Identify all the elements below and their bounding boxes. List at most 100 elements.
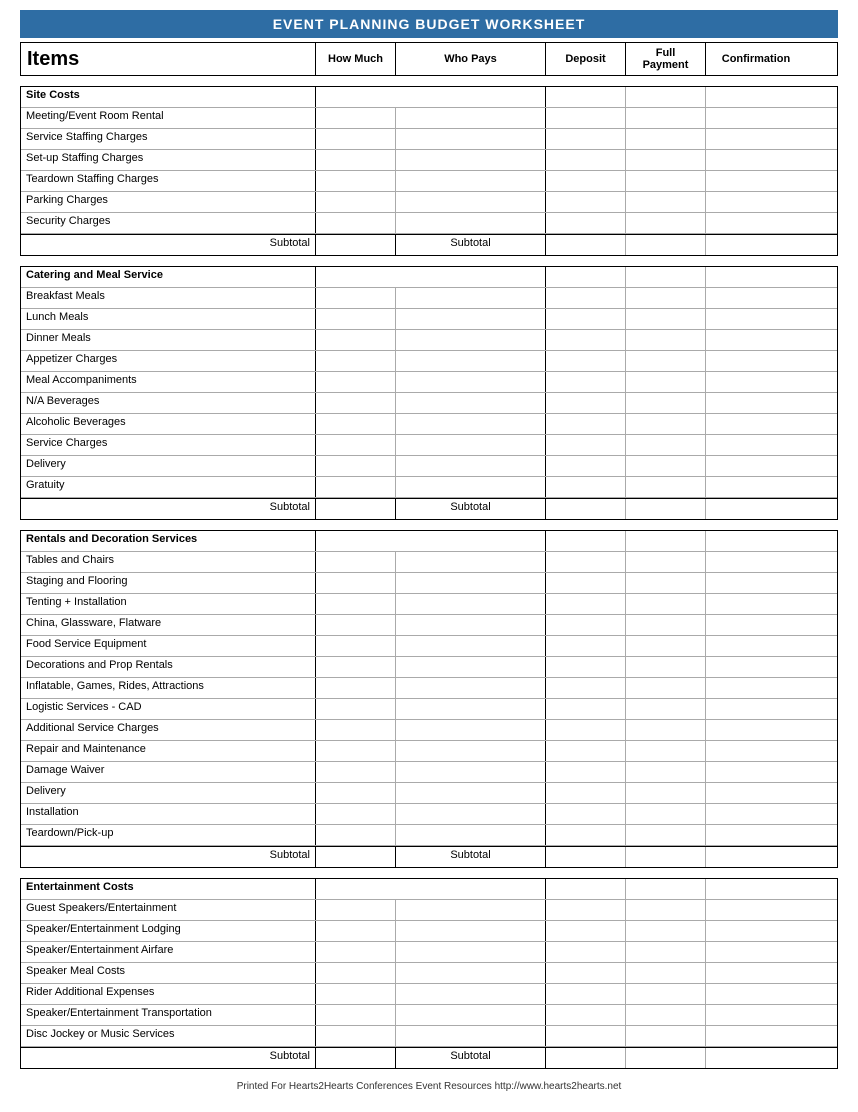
section-header-deposit[interactable] bbox=[546, 531, 626, 551]
row-payment[interactable] bbox=[626, 900, 706, 920]
row-who-pays[interactable] bbox=[396, 171, 546, 191]
row-who-pays[interactable] bbox=[396, 213, 546, 233]
row-payment[interactable] bbox=[626, 213, 706, 233]
subtotal-deposit[interactable] bbox=[546, 499, 626, 519]
row-confirmation[interactable] bbox=[706, 213, 806, 233]
row-confirmation[interactable] bbox=[706, 477, 806, 497]
row-payment[interactable] bbox=[626, 825, 706, 845]
row-payment[interactable] bbox=[626, 108, 706, 128]
row-payment[interactable] bbox=[626, 615, 706, 635]
row-who-pays[interactable] bbox=[396, 456, 546, 476]
row-deposit[interactable] bbox=[546, 393, 626, 413]
row-how-much[interactable] bbox=[316, 942, 396, 962]
row-deposit[interactable] bbox=[546, 330, 626, 350]
row-payment[interactable] bbox=[626, 762, 706, 782]
row-confirmation[interactable] bbox=[706, 741, 806, 761]
row-payment[interactable] bbox=[626, 678, 706, 698]
row-payment[interactable] bbox=[626, 372, 706, 392]
row-deposit[interactable] bbox=[546, 1005, 626, 1025]
row-how-much[interactable] bbox=[316, 720, 396, 740]
row-payment[interactable] bbox=[626, 942, 706, 962]
row-deposit[interactable] bbox=[546, 129, 626, 149]
subtotal-deposit[interactable] bbox=[546, 235, 626, 255]
row-deposit[interactable] bbox=[546, 552, 626, 572]
row-confirmation[interactable] bbox=[706, 678, 806, 698]
row-deposit[interactable] bbox=[546, 351, 626, 371]
row-payment[interactable] bbox=[626, 594, 706, 614]
row-payment[interactable] bbox=[626, 192, 706, 212]
row-who-pays[interactable] bbox=[396, 150, 546, 170]
row-confirmation[interactable] bbox=[706, 657, 806, 677]
row-payment[interactable] bbox=[626, 171, 706, 191]
section-header-how-much[interactable] bbox=[316, 531, 396, 551]
row-how-much[interactable] bbox=[316, 351, 396, 371]
row-deposit[interactable] bbox=[546, 900, 626, 920]
subtotal-confirmation[interactable] bbox=[706, 1048, 806, 1068]
row-confirmation[interactable] bbox=[706, 552, 806, 572]
row-confirmation[interactable] bbox=[706, 393, 806, 413]
row-who-pays[interactable] bbox=[396, 984, 546, 1004]
row-who-pays[interactable] bbox=[396, 393, 546, 413]
row-confirmation[interactable] bbox=[706, 150, 806, 170]
row-how-much[interactable] bbox=[316, 435, 396, 455]
section-header-confirmation[interactable] bbox=[706, 531, 806, 551]
row-confirmation[interactable] bbox=[706, 636, 806, 656]
row-confirmation[interactable] bbox=[706, 372, 806, 392]
subtotal-confirmation[interactable] bbox=[706, 847, 806, 867]
row-deposit[interactable] bbox=[546, 309, 626, 329]
section-header-deposit[interactable] bbox=[546, 879, 626, 899]
row-who-pays[interactable] bbox=[396, 414, 546, 434]
row-confirmation[interactable] bbox=[706, 825, 806, 845]
row-deposit[interactable] bbox=[546, 213, 626, 233]
row-deposit[interactable] bbox=[546, 1026, 626, 1046]
row-deposit[interactable] bbox=[546, 108, 626, 128]
row-how-much[interactable] bbox=[316, 573, 396, 593]
row-payment[interactable] bbox=[626, 330, 706, 350]
row-who-pays[interactable] bbox=[396, 351, 546, 371]
row-confirmation[interactable] bbox=[706, 804, 806, 824]
row-deposit[interactable] bbox=[546, 477, 626, 497]
row-payment[interactable] bbox=[626, 963, 706, 983]
row-payment[interactable] bbox=[626, 984, 706, 1004]
row-deposit[interactable] bbox=[546, 720, 626, 740]
subtotal-payment[interactable] bbox=[626, 847, 706, 867]
section-header-deposit[interactable] bbox=[546, 267, 626, 287]
row-deposit[interactable] bbox=[546, 921, 626, 941]
row-deposit[interactable] bbox=[546, 699, 626, 719]
section-header-how-much[interactable] bbox=[316, 879, 396, 899]
row-payment[interactable] bbox=[626, 414, 706, 434]
section-header-how-much[interactable] bbox=[316, 267, 396, 287]
row-how-much[interactable] bbox=[316, 414, 396, 434]
row-how-much[interactable] bbox=[316, 636, 396, 656]
row-how-much[interactable] bbox=[316, 900, 396, 920]
row-who-pays[interactable] bbox=[396, 1026, 546, 1046]
row-deposit[interactable] bbox=[546, 414, 626, 434]
section-header-payment[interactable] bbox=[626, 879, 706, 899]
subtotal-confirmation[interactable] bbox=[706, 499, 806, 519]
section-header-payment[interactable] bbox=[626, 531, 706, 551]
row-confirmation[interactable] bbox=[706, 129, 806, 149]
row-who-pays[interactable] bbox=[396, 720, 546, 740]
row-who-pays[interactable] bbox=[396, 900, 546, 920]
row-who-pays[interactable] bbox=[396, 573, 546, 593]
section-header-how-much[interactable] bbox=[316, 87, 396, 107]
row-payment[interactable] bbox=[626, 1026, 706, 1046]
row-who-pays[interactable] bbox=[396, 636, 546, 656]
row-who-pays[interactable] bbox=[396, 435, 546, 455]
row-how-much[interactable] bbox=[316, 192, 396, 212]
row-how-much[interactable] bbox=[316, 1005, 396, 1025]
row-how-much[interactable] bbox=[316, 783, 396, 803]
row-how-much[interactable] bbox=[316, 804, 396, 824]
section-header-who-pays[interactable] bbox=[396, 879, 546, 899]
row-confirmation[interactable] bbox=[706, 942, 806, 962]
row-confirmation[interactable] bbox=[706, 330, 806, 350]
row-how-much[interactable] bbox=[316, 963, 396, 983]
row-who-pays[interactable] bbox=[396, 330, 546, 350]
subtotal-confirmation[interactable] bbox=[706, 235, 806, 255]
row-confirmation[interactable] bbox=[706, 351, 806, 371]
row-who-pays[interactable] bbox=[396, 741, 546, 761]
row-payment[interactable] bbox=[626, 921, 706, 941]
row-payment[interactable] bbox=[626, 288, 706, 308]
row-deposit[interactable] bbox=[546, 573, 626, 593]
row-confirmation[interactable] bbox=[706, 921, 806, 941]
